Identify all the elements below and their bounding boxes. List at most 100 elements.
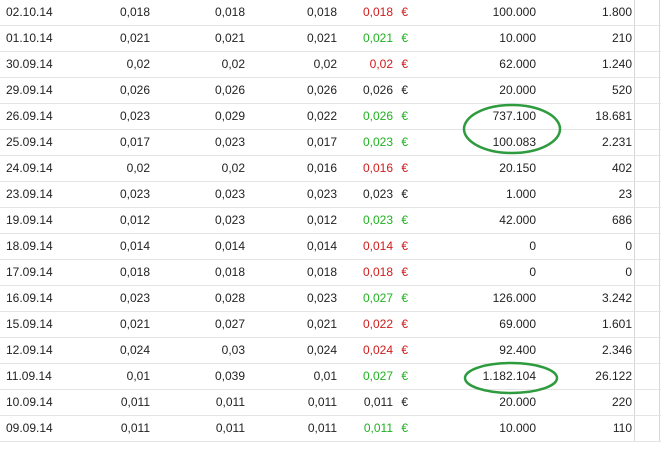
- turnover-cell: 26.122: [595, 369, 632, 383]
- table-row: 26.09.14 0,023 0,029 0,022 0,026 €737.100 18.6…: [0, 104, 661, 130]
- volume-cell: 737.100: [492, 109, 536, 123]
- close-cell: 0,026 €: [330, 104, 408, 129]
- open-cell: 0,011: [120, 421, 150, 435]
- close-value: 0,024: [362, 343, 393, 357]
- table-row: 12.09.14 0,024 0,03 0,024 0,024 €92.400 2.346: [0, 338, 661, 364]
- table-row: 01.10.14 0,021 0,021 0,021 0,021 €10.000 210: [0, 26, 661, 52]
- table-row: 29.09.14 0,026 0,026 0,026 0,026 €20.000 520: [0, 78, 661, 104]
- currency-symbol: €: [401, 161, 408, 175]
- currency-symbol: €: [401, 265, 408, 279]
- high-cell: 0,039: [214, 369, 245, 383]
- date-cell: 11.09.14: [6, 369, 52, 383]
- volume-cell: 92.400: [499, 343, 536, 357]
- open-cell: 0,012: [119, 213, 150, 227]
- close-value: 0,011: [363, 421, 393, 435]
- table-row: 16.09.14 0,023 0,028 0,023 0,027 €126.000 3.24…: [0, 286, 661, 312]
- low-cell: 0,018: [306, 265, 337, 279]
- open-cell: 0,018: [119, 265, 150, 279]
- turnover-cell: 18.681: [595, 109, 632, 123]
- high-cell: 0,02: [221, 57, 245, 71]
- currency-symbol: €: [401, 421, 408, 435]
- turnover-cell: 210: [611, 31, 632, 45]
- date-cell: 24.09.14: [6, 161, 53, 175]
- close-value: 0,027: [362, 291, 393, 305]
- low-cell: 0,022: [306, 109, 337, 123]
- open-cell: 0,01: [126, 369, 150, 383]
- high-cell: 0,021: [214, 31, 245, 45]
- high-cell: 0,014: [214, 239, 245, 253]
- close-cell: 0,022 €: [330, 312, 408, 337]
- close-value: 0,02: [369, 57, 393, 71]
- low-cell: 0,023: [306, 291, 337, 305]
- currency-symbol: €: [401, 395, 408, 409]
- close-value: 0,014: [362, 239, 393, 253]
- low-cell: 0,023: [306, 187, 337, 201]
- date-cell: 12.09.14: [6, 343, 53, 357]
- high-cell: 0,023: [214, 187, 245, 201]
- close-cell: 0,026 €: [330, 78, 408, 103]
- volume-cell: 1.182.104: [482, 369, 536, 383]
- high-cell: 0,011: [215, 421, 245, 435]
- price-history-table: 02.10.14 0,018 0,018 0,018 0,018 €100.000 1.80…: [0, 0, 661, 442]
- open-cell: 0,02: [126, 57, 150, 71]
- date-cell: 10.09.14: [6, 395, 53, 409]
- high-cell: 0,018: [214, 265, 245, 279]
- table-row: 23.09.14 0,023 0,023 0,023 0,023 €1.000 23: [0, 182, 661, 208]
- currency-symbol: €: [401, 317, 408, 331]
- table-row: 11.09.14 0,01 0,039 0,01 0,027 €1.182.104 26.1…: [0, 364, 661, 390]
- turnover-cell: 686: [611, 213, 632, 227]
- close-cell: 0,023 €: [330, 208, 408, 233]
- table-row: 30.09.14 0,02 0,02 0,02 0,02 €62.000 1.240: [0, 52, 661, 78]
- close-value: 0,011: [363, 395, 393, 409]
- high-cell: 0,018: [214, 5, 245, 19]
- close-cell: 0,023 €: [330, 130, 408, 155]
- table-row: 09.09.14 0,011 0,011 0,011 0,011 €10.000 110: [0, 416, 661, 442]
- low-cell: 0,024: [306, 343, 337, 357]
- volume-cell: 20.150: [499, 161, 536, 175]
- date-cell: 26.09.14: [6, 109, 53, 123]
- turnover-cell: 1.800: [601, 5, 632, 19]
- close-cell: 0,023 €: [330, 182, 408, 207]
- close-value: 0,018: [362, 5, 393, 19]
- date-cell: 09.09.14: [6, 421, 53, 435]
- close-value: 0,027: [362, 369, 393, 383]
- open-cell: 0,021: [119, 317, 150, 331]
- close-cell: 0,016 €: [330, 156, 408, 181]
- volume-cell: 10.000: [499, 421, 536, 435]
- volume-cell: 62.000: [499, 57, 536, 71]
- low-cell: 0,017: [306, 135, 337, 149]
- close-cell: 0,024 €: [330, 338, 408, 363]
- currency-symbol: €: [401, 291, 408, 305]
- low-cell: 0,011: [307, 395, 337, 409]
- volume-cell: 20.000: [499, 83, 536, 97]
- date-cell: 15.09.14: [6, 317, 53, 331]
- close-value: 0,023: [362, 213, 393, 227]
- close-cell: 0,02 €: [330, 52, 408, 77]
- turnover-cell: 3.242: [601, 291, 632, 305]
- currency-symbol: €: [401, 57, 408, 71]
- open-cell: 0,014: [119, 239, 150, 253]
- turnover-cell: 1.240: [601, 57, 632, 71]
- volume-cell: 69.000: [499, 317, 536, 331]
- date-cell: 23.09.14: [6, 187, 53, 201]
- table-row: 10.09.14 0,011 0,011 0,011 0,011 €20.000 220: [0, 390, 661, 416]
- high-cell: 0,027: [214, 317, 245, 331]
- volume-cell: 20.000: [499, 395, 536, 409]
- turnover-cell: 2.231: [601, 135, 632, 149]
- turnover-cell: 402: [611, 161, 632, 175]
- close-cell: 0,027 €: [330, 364, 408, 389]
- high-cell: 0,026: [214, 83, 245, 97]
- turnover-cell: 220: [611, 395, 632, 409]
- close-cell: 0,021 €: [330, 26, 408, 51]
- high-cell: 0,029: [214, 109, 245, 123]
- date-cell: 18.09.14: [6, 239, 53, 253]
- currency-symbol: €: [401, 109, 408, 123]
- date-cell: 29.09.14: [6, 83, 53, 97]
- turnover-cell: 23: [618, 187, 632, 201]
- open-cell: 0,02: [126, 161, 150, 175]
- close-value: 0,018: [362, 265, 393, 279]
- date-cell: 30.09.14: [6, 57, 53, 71]
- volume-cell: 42.000: [499, 213, 536, 227]
- table-row: 02.10.14 0,018 0,018 0,018 0,018 €100.000 1.80…: [0, 0, 661, 26]
- date-cell: 01.10.14: [6, 31, 53, 45]
